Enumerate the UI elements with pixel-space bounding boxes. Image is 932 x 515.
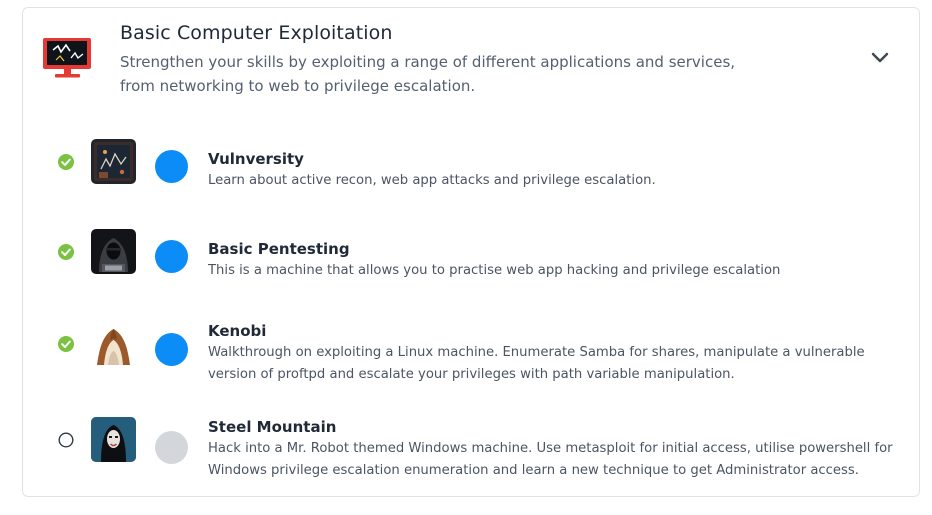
hooded-hacker-icon xyxy=(91,229,136,274)
completed-check-icon xyxy=(58,244,74,260)
room-list-item[interactable]: Steel Mountain Hack into a Mr. Robot the… xyxy=(23,396,919,488)
mr-robot-icon xyxy=(91,417,136,462)
room-description: Learn about active recon, web app attack… xyxy=(208,173,656,188)
vulnversity-room-icon xyxy=(91,139,136,184)
room-title[interactable]: Vulnversity xyxy=(208,150,304,168)
hooded-jedi-icon xyxy=(91,321,136,366)
progress-dot xyxy=(155,431,188,464)
room-title[interactable]: Steel Mountain xyxy=(208,418,336,436)
room-description: Walkthrough on exploiting a Linux machin… xyxy=(208,345,865,382)
room-title[interactable]: Kenobi xyxy=(208,322,266,340)
completed-check-icon xyxy=(58,154,74,170)
module-card: Basic Computer Exploitation Strengthen y… xyxy=(22,7,920,497)
room-list-item[interactable]: Vulnversity Learn about active recon, we… xyxy=(23,126,919,196)
module-description: Strengthen your skills by exploiting a r… xyxy=(120,53,736,95)
progress-dot xyxy=(155,150,188,183)
module-title: Basic Computer Exploitation xyxy=(120,22,393,44)
incomplete-circle-icon xyxy=(58,432,74,448)
progress-dot xyxy=(155,333,188,366)
room-title[interactable]: Basic Pentesting xyxy=(208,240,350,258)
chevron-down-icon[interactable] xyxy=(870,48,890,68)
room-description: Hack into a Mr. Robot themed Windows mac… xyxy=(208,441,893,478)
monitor-hacked-icon xyxy=(43,38,91,78)
room-list-item[interactable]: Kenobi Walkthrough on exploiting a Linux… xyxy=(23,298,919,388)
room-description: This is a machine that allows you to pra… xyxy=(208,263,781,278)
progress-dot xyxy=(155,240,188,273)
completed-check-icon xyxy=(58,336,74,352)
room-list-item[interactable]: Basic Pentesting This is a machine that … xyxy=(23,216,919,286)
